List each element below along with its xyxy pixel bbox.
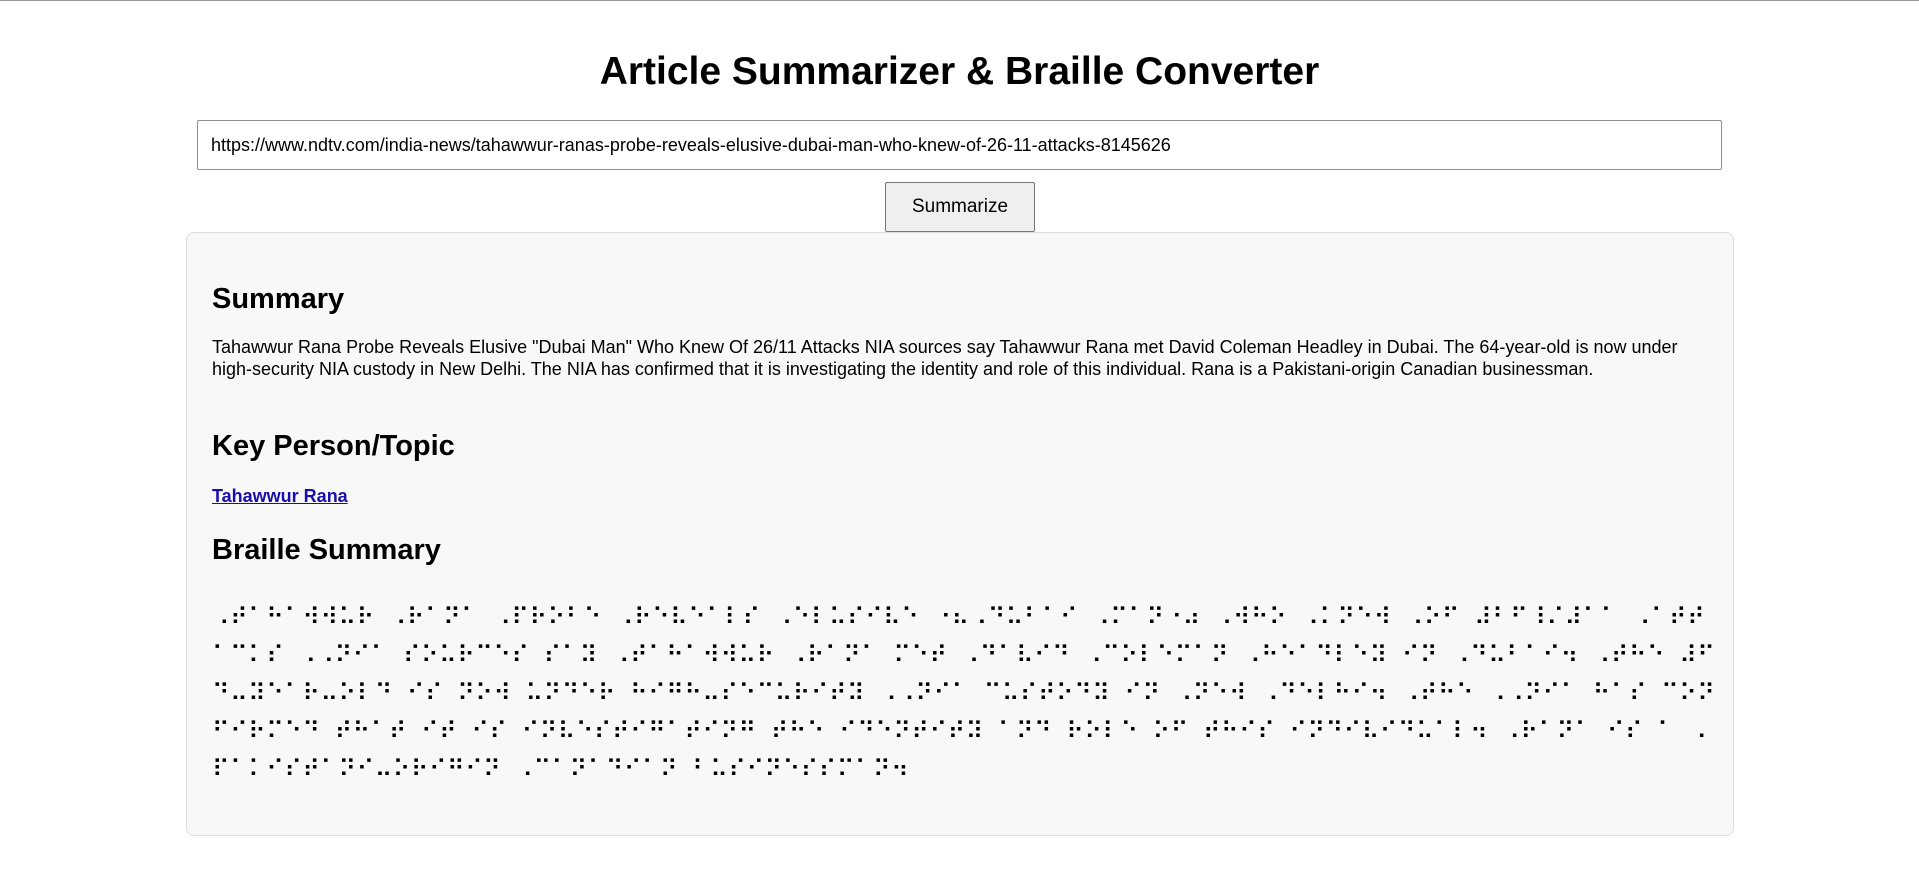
top-border	[0, 0, 1919, 1]
page-title: Article Summarizer & Braille Converter	[599, 50, 1320, 93]
braille-heading: Braille Summary	[212, 534, 441, 566]
summary-heading: Summary	[212, 283, 345, 315]
key-person-heading: Key Person/Topic	[212, 430, 455, 462]
key-person-link[interactable]: Tahawwur Rana	[212, 485, 348, 507]
result-panel: Summary Tahawwur Rana Probe Reveals Elus…	[186, 232, 1734, 836]
url-input[interactable]	[197, 120, 1722, 170]
summarize-button[interactable]: Summarize	[885, 182, 1035, 232]
summary-text: Tahawwur Rana Probe Reveals Elusive "Dub…	[212, 337, 1678, 379]
braille-summary-text: ⠠⠞⠁⠓⠁⠺⠺⠥⠗ ⠠⠗⠁⠝⠁ ⠠⠏⠗⠕⠃⠑ ⠠⠗⠑⠧⠑⠁⠇⠎ ⠠⠑⠇⠥⠎⠊⠧⠑…	[212, 603, 1716, 783]
